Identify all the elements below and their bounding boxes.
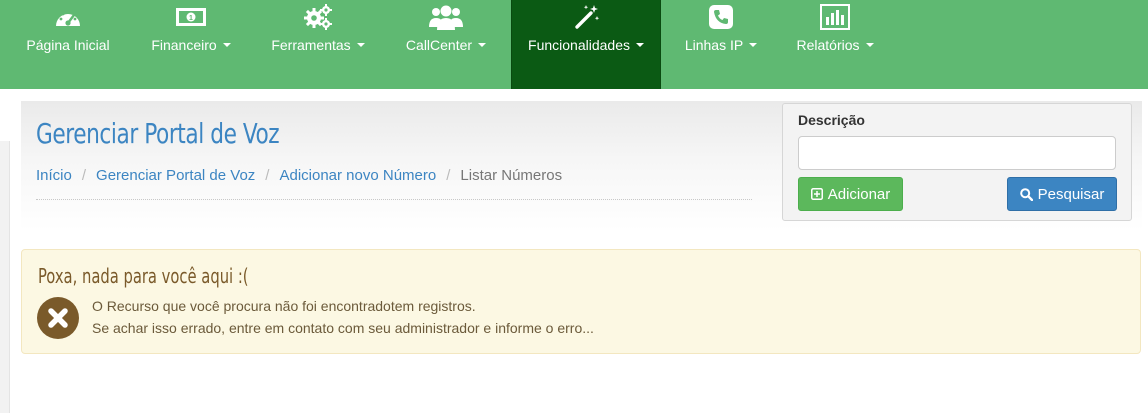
nav-item-financeiro[interactable]: 1 Financeiro — [143, 0, 239, 89]
search-button[interactable]: Pesquisar — [1007, 177, 1117, 211]
add-button-label: Adicionar — [827, 185, 891, 203]
bar-chart-icon — [820, 2, 850, 32]
breadcrumb-item-inicio[interactable]: Início — [36, 167, 72, 184]
breadcrumb-item-portal-de-voz[interactable]: Gerenciar Portal de Voz — [96, 167, 255, 184]
header-divider — [36, 199, 752, 200]
search-icon — [1019, 187, 1033, 201]
gears-icon — [302, 2, 334, 32]
nav-label: Página Inicial — [26, 37, 110, 53]
top-navbar: Página Inicial 1 Financeiro Ferramentas … — [0, 0, 1148, 103]
sidebar-strip — [0, 141, 10, 413]
breadcrumb-item-current: Listar Números — [460, 167, 563, 184]
caret-down-icon — [635, 43, 644, 47]
nav-item-funcionalidades[interactable]: Funcionalidades — [511, 0, 661, 103]
nav-label: Funcionalidades — [528, 37, 630, 53]
plus-square-icon — [810, 188, 823, 200]
nav-item-callcenter[interactable]: CallCenter — [398, 0, 494, 89]
nav-label: CallCenter — [405, 37, 473, 53]
empty-results-alert: Poxa, nada para você aqui :( O Recurso q… — [21, 249, 1141, 354]
nav-label: Relatórios — [796, 37, 860, 53]
descricao-label: Descrição — [798, 112, 865, 128]
banknote-icon: 1 — [175, 2, 207, 32]
breadcrumb-separator: / — [446, 167, 451, 184]
page-title: Gerenciar Portal de Voz — [36, 117, 280, 150]
add-button[interactable]: Adicionar — [798, 177, 903, 211]
nav-label: Ferramentas — [271, 37, 351, 53]
users-group-icon — [428, 2, 464, 32]
alert-message-line-1: O Recurso que você procura não foi encon… — [92, 298, 476, 314]
caret-down-icon — [865, 43, 874, 47]
nav-item-ferramentas[interactable]: Ferramentas — [262, 0, 374, 89]
caret-down-icon — [749, 43, 758, 47]
descricao-input[interactable] — [798, 136, 1116, 170]
nav-label: Financeiro — [151, 37, 217, 53]
breadcrumb-separator: / — [81, 167, 87, 184]
phone-square-icon — [708, 2, 734, 32]
alert-title: Poxa, nada para você aqui :( — [38, 264, 249, 288]
search-panel: Descrição Adicionar Pesquisar — [782, 103, 1132, 221]
nav-item-linhas-ip[interactable]: Linhas IP — [678, 0, 764, 89]
caret-down-icon — [222, 43, 231, 47]
alert-message-line-2: Se achar isso errado, entre em contato c… — [92, 320, 594, 336]
breadcrumb-separator: / — [265, 167, 270, 184]
breadcrumb-item-adicionar-numero[interactable]: Adicionar novo Número — [279, 167, 436, 184]
dashboard-gauge-icon — [53, 2, 83, 32]
nav-item-relatorios[interactable]: Relatórios — [788, 0, 882, 89]
nav-label: Linhas IP — [684, 37, 744, 53]
svg-text:1: 1 — [189, 15, 193, 22]
magic-wand-icon — [571, 2, 601, 32]
caret-down-icon — [478, 43, 487, 47]
nav-item-pagina-inicial[interactable]: Página Inicial — [15, 0, 121, 89]
times-circle-icon — [37, 297, 79, 339]
breadcrumb: Início / Gerenciar Portal de Voz / Adici… — [36, 167, 562, 184]
search-button-label: Pesquisar — [1037, 185, 1105, 203]
caret-down-icon — [356, 43, 365, 47]
